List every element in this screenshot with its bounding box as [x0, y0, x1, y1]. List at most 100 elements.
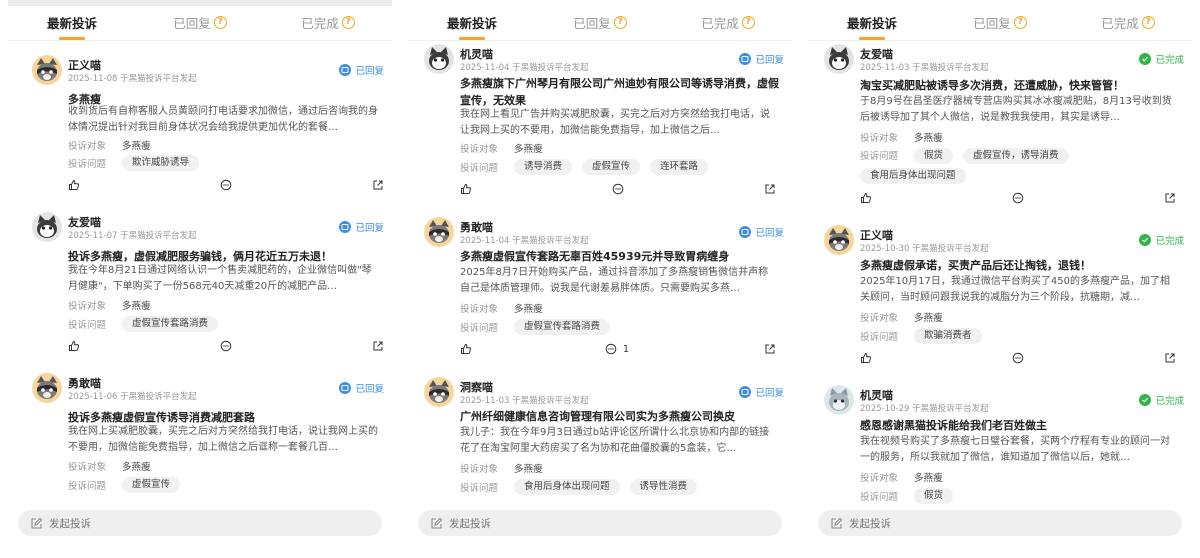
issue-tag[interactable]: 虚假宣传，诱导消费 — [963, 148, 1069, 164]
comment-icon — [1012, 192, 1024, 204]
issue-tag[interactable]: 假货 — [914, 488, 954, 504]
issue-tag[interactable]: 诱导消费 — [514, 159, 573, 175]
issue-tag[interactable]: 虚假宣传套路消费 — [514, 319, 611, 335]
tab-latest-label: 最新投诉 — [46, 15, 97, 31]
raccoon-avatar-icon — [32, 373, 62, 403]
share-button[interactable] — [1164, 352, 1176, 364]
complaint-body[interactable]: 我在网上买减肥胶囊，买完之后对方突然给我打电话，说让我网上买的不要用，加微信能免… — [68, 424, 380, 456]
post-meta: 2025-10-29 于黑猫投诉平台发起 — [860, 404, 989, 414]
tab-completed[interactable]: 已完成? — [1064, 8, 1192, 36]
username: 机灵喵 — [460, 48, 493, 61]
tab-replied[interactable]: 已回复? — [536, 8, 664, 36]
question-icon[interactable]: ? — [213, 15, 227, 29]
target-value[interactable]: 多燕瘦 — [122, 138, 151, 152]
question-icon[interactable]: ? — [741, 15, 755, 29]
comment-button[interactable] — [220, 179, 238, 191]
thumbs-up-icon — [861, 192, 872, 203]
issue-row: 投诉问题 食用后身体出现问题 诱导性消费 — [460, 479, 698, 495]
tab-latest[interactable]: 最新投诉 — [8, 8, 136, 36]
post-meta: 2025-11-08 于黑猫投诉平台发起 — [68, 74, 197, 84]
issue-tag[interactable]: 假货 — [914, 148, 954, 164]
question-icon[interactable]: ? — [341, 15, 355, 29]
card-actions — [68, 179, 384, 193]
post-complaint-button[interactable]: 发起投诉 — [818, 510, 1182, 536]
target-value[interactable]: 多燕瘦 — [914, 470, 943, 484]
complaint-body[interactable]: 收到货后有自称客服人员黄颐问打电话要求加微信，通过后咨询我的身体情况提出针对我目… — [68, 104, 380, 136]
issue-label: 投诉问题 — [860, 332, 899, 343]
issue-tag[interactable]: 虚假宣传套路消费 — [122, 316, 219, 332]
tab-completed[interactable]: 已完成? — [664, 8, 792, 36]
complaint-body[interactable]: 我在网上看见广告并购买减肥胶囊，买完之后对方突然给我打电话，说让我网上买的不要用… — [460, 107, 772, 139]
complaint-body[interactable]: 于8月9号在昌圣医疗器械专营店购买其冰冰瘦减肥贴，8月13号收到货后被诱导加了其… — [860, 94, 1172, 126]
status-badge: 已回复 — [339, 63, 384, 77]
comment-button[interactable] — [1012, 192, 1030, 204]
complaint-body[interactable]: 我在今年8月21日通过网络认识一个售卖减肥药的，企业微信叫做"琴月健康"，下单购… — [68, 263, 380, 295]
card-actions: 1 — [460, 343, 776, 357]
status-badge: 已回复 — [739, 385, 784, 399]
complaint-title[interactable]: 多燕瘦虚假承诺，买责产品后还让掏钱，退钱！ — [860, 257, 1180, 274]
complaint-body[interactable]: 2025年10月17日，我通过微信平台购买了450的多燕瘦产品，加了相关顾问，当… — [860, 274, 1172, 306]
issue-tag[interactable]: 食用后身体出现问题 — [860, 168, 966, 184]
complaint-title[interactable]: 淘宝买减肥贴被诱导多次消费，还遭威胁，快来管管！ — [860, 77, 1180, 94]
target-row: 投诉对象 多燕瘦 — [460, 301, 543, 315]
complaint-title[interactable]: 多燕瘦虚假宣传套路无辜百姓45939元并导致胃病缠身 — [460, 248, 780, 265]
comment-button[interactable] — [612, 183, 630, 195]
like-button[interactable] — [460, 343, 472, 355]
target-value[interactable]: 多燕瘦 — [914, 130, 943, 144]
like-button[interactable] — [68, 179, 80, 191]
issue-tag[interactable]: 诱导性消费 — [629, 479, 698, 495]
complaint-title[interactable]: 广州纤细健康信息咨询管理有限公司实为多燕瘦公司换皮 — [460, 408, 780, 425]
share-button[interactable] — [764, 183, 776, 195]
target-value[interactable]: 多燕瘦 — [514, 141, 543, 155]
issue-tag[interactable]: 欺骗消费者 — [914, 328, 982, 344]
raccoon-avatar-icon — [424, 217, 454, 247]
share-button[interactable] — [372, 340, 384, 352]
issue-tag[interactable]: 虚假宣传 — [122, 477, 181, 493]
tab-completed[interactable]: 已完成? — [264, 8, 392, 36]
share-button[interactable] — [764, 343, 776, 355]
status-text: 已回复 — [755, 228, 784, 239]
target-value[interactable]: 多燕瘦 — [914, 310, 943, 324]
share-icon — [1165, 193, 1175, 203]
issue-tag[interactable]: 欺诈威胁诱导 — [122, 155, 200, 171]
edit-icon — [31, 517, 43, 529]
like-button[interactable] — [860, 192, 872, 204]
complaint-body[interactable]: 2025年8月7日开始购买产品，通过抖音添加了多燕瘦销售微信并声称自己是体质管理… — [460, 265, 772, 297]
question-icon[interactable]: ? — [1141, 15, 1155, 29]
share-button[interactable] — [372, 179, 384, 191]
complaint-title[interactable]: 感恩感谢黑猫投诉能给我们老百姓做主 — [860, 417, 1180, 434]
complaint-body[interactable]: 我在视频号购买了多燕瘦七日璧谷套餐，买两个疗程有专业的顾问一对一的服务，所以我就… — [860, 434, 1172, 466]
issue-tag[interactable]: 虚假宣传 — [582, 159, 641, 175]
issue-row: 投诉问题 欺骗消费者 — [860, 328, 982, 344]
target-value[interactable]: 多燕瘦 — [122, 459, 151, 473]
issue-tag[interactable]: 连环套路 — [650, 159, 709, 175]
comment-button[interactable] — [220, 340, 238, 352]
target-value[interactable]: 多燕瘦 — [514, 461, 543, 475]
question-icon[interactable]: ? — [1013, 15, 1027, 29]
tab-latest[interactable]: 最新投诉 — [408, 8, 536, 36]
status-text: 已回复 — [755, 388, 784, 399]
target-value[interactable]: 多燕瘦 — [514, 301, 543, 315]
complaint-title[interactable]: 多燕瘦旗下广州琴月有限公司广州迪妙有限公司等诱导消费，虚假宣传，无效果 — [460, 75, 780, 109]
target-label: 投诉对象 — [460, 464, 499, 475]
comment-button[interactable]: 1 — [605, 343, 629, 355]
post-complaint-button[interactable]: 发起投诉 — [418, 510, 782, 536]
post-complaint-label: 发起投诉 — [449, 517, 491, 530]
tab-replied[interactable]: 已回复? — [136, 8, 264, 36]
thumbs-up-icon — [69, 340, 80, 351]
like-button[interactable] — [860, 352, 872, 364]
like-button[interactable] — [68, 340, 80, 352]
target-label: 投诉对象 — [68, 141, 107, 152]
post-complaint-button[interactable]: 发起投诉 — [18, 510, 382, 536]
share-button[interactable] — [1164, 192, 1176, 204]
issue-row: 投诉问题 假货 — [860, 488, 954, 504]
tab-replied[interactable]: 已回复? — [936, 8, 1064, 36]
tab-latest[interactable]: 最新投诉 — [808, 8, 936, 36]
target-value[interactable]: 多燕瘦 — [122, 298, 151, 312]
status-text: 已回复 — [355, 66, 384, 77]
like-button[interactable] — [460, 183, 472, 195]
issue-tag[interactable]: 食用后身体出现问题 — [514, 479, 620, 495]
question-icon[interactable]: ? — [613, 15, 627, 29]
complaint-body[interactable]: 我儿子：我在今年9月3日通过b站评论区所谓什么北京协和内部的链接花了在淘宝阿里大… — [460, 425, 772, 457]
comment-button[interactable] — [1012, 352, 1030, 364]
